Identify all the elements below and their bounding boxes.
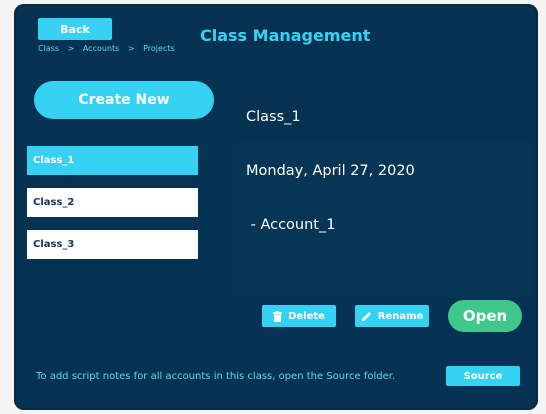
source-button[interactable]: Source bbox=[446, 366, 520, 386]
class-management-panel: Back Class > Accounts > Projects Class M… bbox=[14, 4, 538, 410]
delete-button[interactable]: Delete bbox=[262, 305, 336, 327]
class-list-item-label: Class_2 bbox=[33, 197, 75, 208]
delete-label: Delete bbox=[288, 310, 325, 322]
breadcrumb-projects[interactable]: Projects bbox=[143, 44, 175, 53]
back-button[interactable]: Back bbox=[38, 18, 112, 40]
page-title: Class Management bbox=[200, 26, 371, 45]
class-list-item-class-2[interactable]: Class_2 bbox=[27, 188, 198, 217]
rename-button[interactable]: Rename bbox=[355, 305, 429, 327]
class-list-item-label: Class_3 bbox=[33, 239, 75, 250]
trash-icon bbox=[273, 310, 283, 322]
rename-label: Rename bbox=[377, 310, 424, 322]
detail-class-name: Class_1 bbox=[246, 109, 301, 125]
class-details: Class_1 Monday, April 27, 2020 - Account… bbox=[246, 72, 415, 270]
breadcrumb-accounts[interactable]: Accounts bbox=[83, 44, 119, 53]
pencil-icon bbox=[361, 311, 372, 322]
breadcrumb-class[interactable]: Class bbox=[38, 44, 59, 53]
detail-date: Monday, April 27, 2020 bbox=[246, 163, 415, 179]
breadcrumb-separator: > bbox=[127, 44, 135, 53]
source-folder-note: To add script notes for all accounts in … bbox=[36, 371, 396, 382]
breadcrumb-separator: > bbox=[67, 44, 75, 53]
breadcrumb: Class > Accounts > Projects bbox=[38, 44, 181, 53]
class-list-item-class-3[interactable]: Class_3 bbox=[27, 230, 198, 259]
create-new-button[interactable]: Create New bbox=[34, 81, 214, 119]
detail-account: - Account_1 bbox=[246, 217, 336, 233]
class-list-item-label: Class_1 bbox=[33, 155, 75, 166]
class-list-item-class-1[interactable]: Class_1 bbox=[27, 146, 198, 175]
open-button[interactable]: Open bbox=[448, 300, 522, 332]
